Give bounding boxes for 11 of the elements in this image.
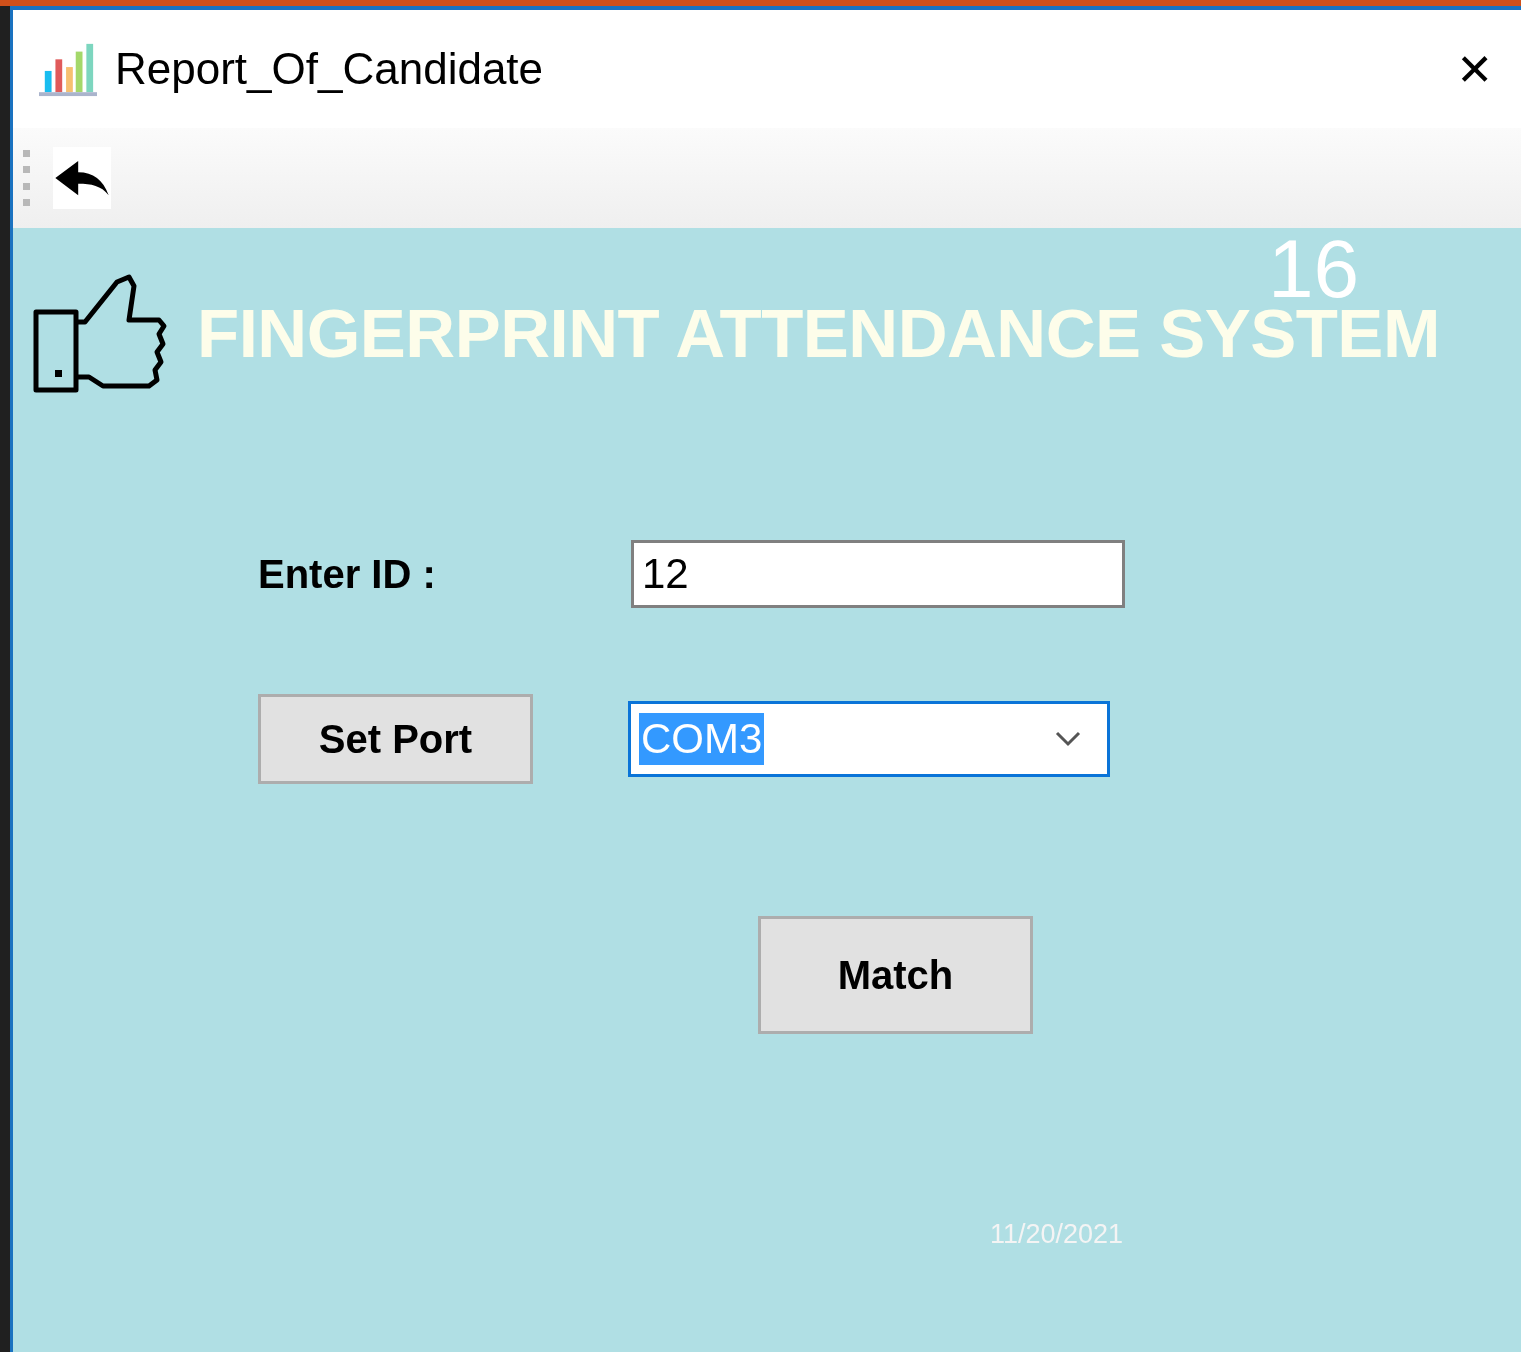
- id-label: Enter ID :: [258, 551, 437, 597]
- chevron-down-icon: [1055, 731, 1081, 747]
- match-button[interactable]: Match: [758, 916, 1033, 1034]
- date-label: 11/20/2021: [990, 1219, 1124, 1249]
- window-title: Report_Of_Candidate: [115, 44, 544, 94]
- close-button[interactable]: ✕: [1452, 43, 1497, 95]
- back-button[interactable]: [53, 147, 111, 209]
- thumbs-up-icon: [33, 272, 169, 394]
- id-input-field[interactable]: 12: [631, 540, 1125, 608]
- set-port-button[interactable]: Set Port: [258, 694, 533, 784]
- toolbar-grip-icon: [23, 150, 31, 206]
